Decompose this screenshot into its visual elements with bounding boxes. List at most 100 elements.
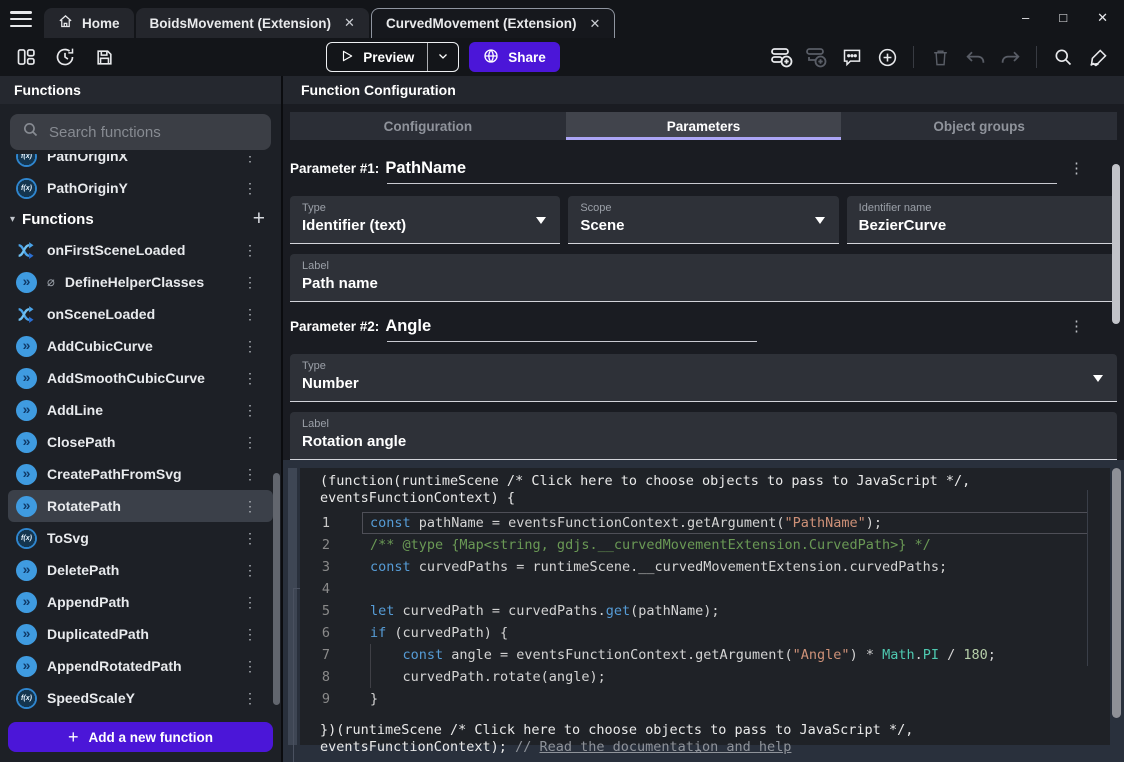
type-select[interactable]: Type Identifier (text)	[290, 196, 560, 244]
label-field[interactable]: Label Rotation angle	[290, 412, 1117, 460]
item-menu-icon[interactable]: ⋮	[243, 690, 257, 707]
config-scrollbar[interactable]	[1112, 164, 1120, 324]
code-line[interactable]: 6if (curvedPath) {	[300, 622, 1110, 644]
sidebar-scrollbar[interactable]	[273, 473, 280, 705]
item-menu-icon[interactable]: ⋮	[243, 154, 257, 165]
code-line[interactable]: 3const curvedPaths = runtimeScene.__curv…	[300, 556, 1110, 578]
code-header-line[interactable]: eventsFunctionContext) {	[320, 490, 1110, 507]
functions-section-header[interactable]: ▾Functions+	[0, 204, 281, 234]
sidebar-item-createpathfromsvg[interactable]: »CreatePathFromSvg⋮	[0, 458, 281, 490]
add-icon[interactable]: +	[253, 209, 265, 229]
javascript-code-event[interactable]: (function(runtimeScene /* Click here to …	[300, 468, 1110, 745]
sidebar-item-speedscaley[interactable]: f(x)SpeedScaleY⋮	[0, 682, 281, 714]
preview-button[interactable]: Preview	[326, 42, 459, 72]
sidebar-item-addline[interactable]: »AddLine⋮	[0, 394, 281, 426]
redo-icon[interactable]	[998, 45, 1022, 69]
item-menu-icon[interactable]: ⋮	[243, 274, 257, 291]
add-function-button[interactable]: + Add a new function	[8, 722, 273, 752]
code-footer-line[interactable]: eventsFunctionContext); // Read the docu…	[320, 739, 1110, 756]
sidebar-item-addcubiccurve[interactable]: »AddCubicCurve⋮	[0, 330, 281, 362]
add-subevent-icon[interactable]	[805, 45, 829, 69]
sidebar-item-duplicatedpath[interactable]: »DuplicatedPath⋮	[0, 618, 281, 650]
line-number: 7	[300, 644, 330, 666]
documentation-link[interactable]: Read the documentation and help	[539, 739, 791, 755]
delete-icon[interactable]	[928, 45, 952, 69]
code-line[interactable]: 9}	[300, 688, 1110, 710]
events-scrollbar[interactable]	[1112, 468, 1121, 718]
share-label: Share	[508, 50, 546, 65]
close-icon[interactable]: ✕	[344, 15, 355, 31]
tab-parameters[interactable]: Parameters	[566, 112, 842, 140]
search-icon[interactable]	[1051, 45, 1075, 69]
share-button[interactable]: Share	[469, 42, 560, 72]
item-menu-icon[interactable]: ⋮	[243, 562, 257, 579]
code-line[interactable]: 5let curvedPath = curvedPaths.get(pathNa…	[300, 600, 1110, 622]
sidebar-item-pathoriginy[interactable]: f(x)PathOriginY⋮	[0, 172, 281, 204]
sidebar-item-deletepath[interactable]: »DeletePath⋮	[0, 554, 281, 586]
save-icon[interactable]	[92, 45, 116, 69]
item-menu-icon[interactable]: ⋮	[243, 498, 257, 515]
identifier-name-field[interactable]: Identifier name BezierCurve	[847, 196, 1117, 244]
item-menu-icon[interactable]: ⋮	[243, 594, 257, 611]
code-line[interactable]: 7 const angle = eventsFunctionContext.ge…	[300, 644, 1110, 666]
item-menu-icon[interactable]: ⋮	[243, 370, 257, 387]
collapse-caret-icon[interactable]: ^	[695, 747, 702, 761]
code-line[interactable]: 8 curvedPath.rotate(angle);	[300, 666, 1110, 688]
preview-label: Preview	[363, 50, 414, 65]
undo-icon[interactable]	[963, 45, 987, 69]
item-menu-icon[interactable]: ⋮	[243, 402, 257, 419]
maximize-button[interactable]: □	[1059, 9, 1067, 27]
sidebar-item-tosvg[interactable]: f(x)ToSvg⋮	[0, 522, 281, 554]
add-circle-icon[interactable]	[875, 45, 899, 69]
minimize-button[interactable]: –	[1022, 9, 1029, 27]
sidebar-item-addsmoothcubiccurve[interactable]: »AddSmoothCubicCurve⋮	[0, 362, 281, 394]
parameter-2-fields: Type Number	[290, 354, 1117, 402]
type-select[interactable]: Type Number	[290, 354, 1117, 402]
parameter-menu-icon[interactable]: ⋮	[1069, 317, 1084, 335]
parameter-name-input[interactable]: Angle	[385, 317, 431, 335]
code-line[interactable]: 1const pathName = eventsFunctionContext.…	[300, 512, 1110, 534]
code-editor[interactable]: 1const pathName = eventsFunctionContext.…	[300, 512, 1110, 710]
chevron-down-icon[interactable]	[428, 50, 458, 65]
label-field[interactable]: Label Path name	[290, 254, 1117, 302]
code-footer-line[interactable]: })(runtimeScene /* Click here to choose …	[320, 722, 1110, 739]
code-header-line[interactable]: (function(runtimeScene /* Click here to …	[320, 473, 1110, 490]
code-line[interactable]: 2/** @type {Map<string, gdjs.__curvedMov…	[300, 534, 1110, 556]
item-menu-icon[interactable]: ⋮	[243, 242, 257, 259]
sidebar-item-rotatepath[interactable]: »RotatePath⋮	[8, 490, 273, 522]
item-menu-icon[interactable]: ⋮	[243, 658, 257, 675]
close-window-button[interactable]: ✕	[1097, 9, 1108, 27]
item-menu-icon[interactable]: ⋮	[243, 626, 257, 643]
item-menu-icon[interactable]: ⋮	[243, 530, 257, 547]
item-menu-icon[interactable]: ⋮	[243, 466, 257, 483]
sidebar-item-appendrotatedpath[interactable]: »AppendRotatedPath⋮	[0, 650, 281, 682]
tab-boidsmovement[interactable]: BoidsMovement (Extension) ✕	[136, 8, 369, 38]
add-comment-icon[interactable]	[840, 45, 864, 69]
parameter-name-input[interactable]: PathName	[385, 159, 466, 177]
tab-home[interactable]: Home	[44, 8, 134, 38]
history-icon[interactable]	[53, 45, 77, 69]
tab-object-groups[interactable]: Object groups	[841, 112, 1117, 140]
sidebar-item-definehelperclasses[interactable]: »⌀DefineHelperClasses⋮	[0, 266, 281, 298]
sidebar-item-closepath[interactable]: »ClosePath⋮	[0, 426, 281, 458]
sidebar-item-pathoriginx[interactable]: f(x)PathOriginX⋮	[0, 154, 281, 172]
item-menu-icon[interactable]: ⋮	[243, 434, 257, 451]
section-caret-icon: ▾	[10, 214, 15, 225]
item-menu-icon[interactable]: ⋮	[243, 306, 257, 323]
sidebar-item-onsceneloaded[interactable]: onSceneLoaded⋮	[0, 298, 281, 330]
parameter-menu-icon[interactable]: ⋮	[1069, 159, 1084, 177]
code-line[interactable]: 4	[300, 578, 1110, 600]
item-menu-icon[interactable]: ⋮	[243, 338, 257, 355]
menu-icon[interactable]	[10, 11, 32, 27]
close-icon[interactable]: ✕	[589, 16, 600, 32]
sidebar-item-appendpath[interactable]: »AppendPath⋮	[0, 586, 281, 618]
item-menu-icon[interactable]: ⋮	[243, 180, 257, 197]
edit-scene-icon[interactable]	[1086, 45, 1110, 69]
tab-curvedmovement[interactable]: CurvedMovement (Extension) ✕	[371, 8, 615, 38]
add-event-icon[interactable]	[770, 45, 794, 69]
sidebar-item-onfirstsceneloaded[interactable]: onFirstSceneLoaded⋮	[0, 234, 281, 266]
tab-configuration[interactable]: Configuration	[290, 112, 566, 140]
scope-select[interactable]: Scope Scene	[568, 196, 838, 244]
search-functions-input[interactable]: Search functions	[10, 114, 271, 150]
project-manager-icon[interactable]	[14, 45, 38, 69]
